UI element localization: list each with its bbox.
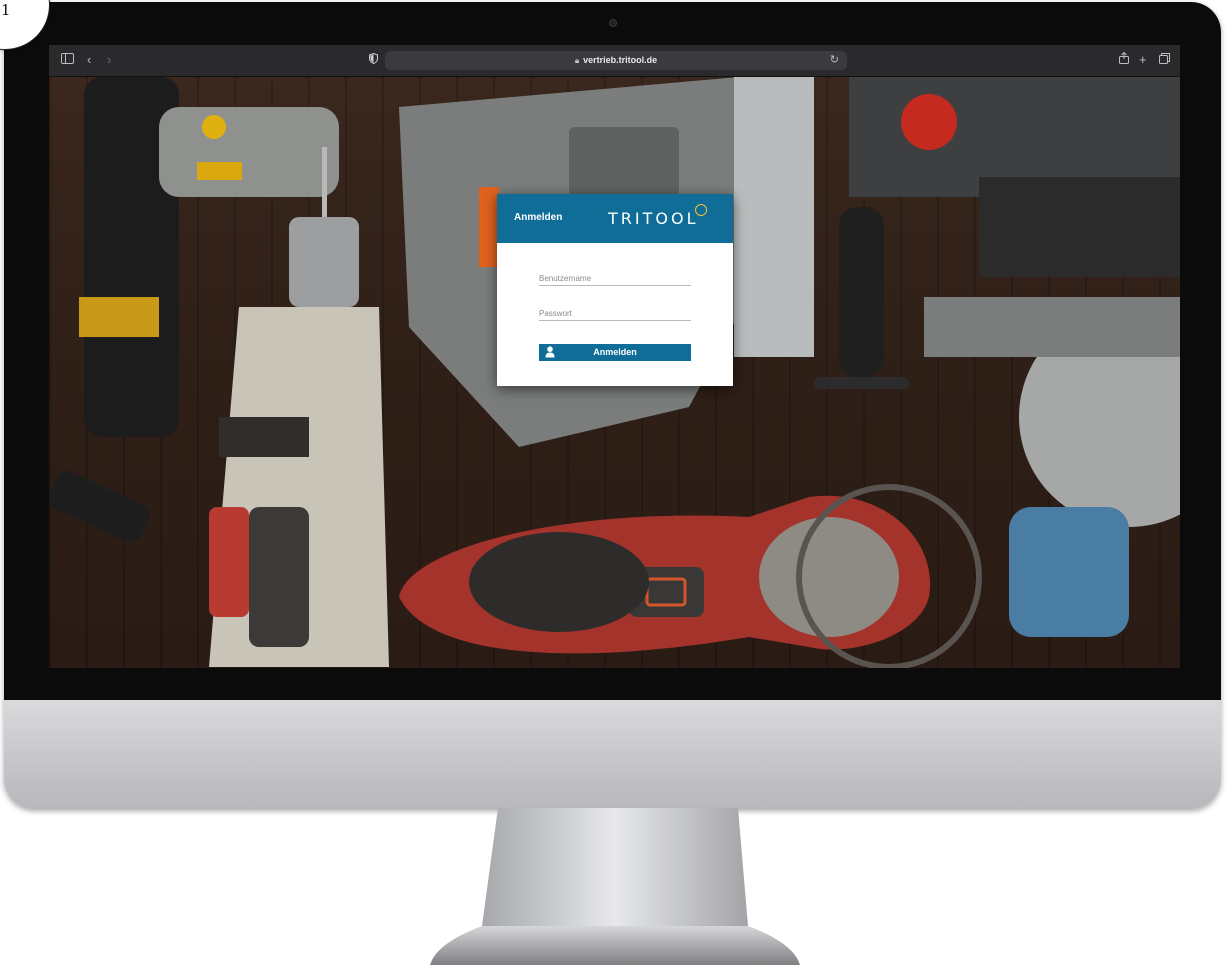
plus-icon[interactable]: + xyxy=(1139,51,1147,69)
login-header: Anmelden TRITOOL xyxy=(497,194,733,243)
login-button-label: Anmelden xyxy=(593,347,637,357)
password-input[interactable] xyxy=(539,306,691,321)
logo-mark-icon xyxy=(695,204,707,216)
shield-icon[interactable] xyxy=(369,51,378,69)
address-bar[interactable]: 🔒︎ vertrieb.tritool.de ↻ xyxy=(385,51,847,70)
imac-monitor: ‹ › 🔒︎ vertrieb.tritool.de ↻ + Anmelden … xyxy=(4,2,1221,809)
page-content: Anmelden TRITOOL Anmelden xyxy=(49,77,1180,668)
username-input[interactable] xyxy=(539,271,691,286)
browser-window: ‹ › 🔒︎ vertrieb.tritool.de ↻ + Anmelden … xyxy=(49,45,1180,668)
monitor-bezel: ‹ › 🔒︎ vertrieb.tritool.de ↻ + Anmelden … xyxy=(4,2,1221,700)
tabs-overview-icon[interactable] xyxy=(1159,51,1170,69)
corner-badge-label: 1 xyxy=(1,1,11,19)
chevron-right-icon[interactable]: › xyxy=(107,51,111,69)
chevron-left-icon[interactable]: ‹ xyxy=(87,51,91,69)
camera-icon xyxy=(609,19,617,27)
tritool-logo: TRITOOL xyxy=(608,209,699,228)
reload-icon[interactable]: ↻ xyxy=(830,51,839,70)
share-icon[interactable] xyxy=(1119,51,1129,69)
url-text: vertrieb.tritool.de xyxy=(583,55,658,65)
monitor-stand xyxy=(430,808,800,965)
sidebar-icon[interactable] xyxy=(61,51,74,69)
login-dialog: Anmelden TRITOOL Anmelden xyxy=(497,194,733,386)
browser-toolbar: ‹ › 🔒︎ vertrieb.tritool.de ↻ + xyxy=(49,45,1180,77)
login-title: Anmelden xyxy=(514,212,563,223)
login-button[interactable]: Anmelden xyxy=(539,344,691,361)
lock-icon: 🔒︎ xyxy=(574,56,580,65)
monitor-chin xyxy=(4,700,1221,809)
